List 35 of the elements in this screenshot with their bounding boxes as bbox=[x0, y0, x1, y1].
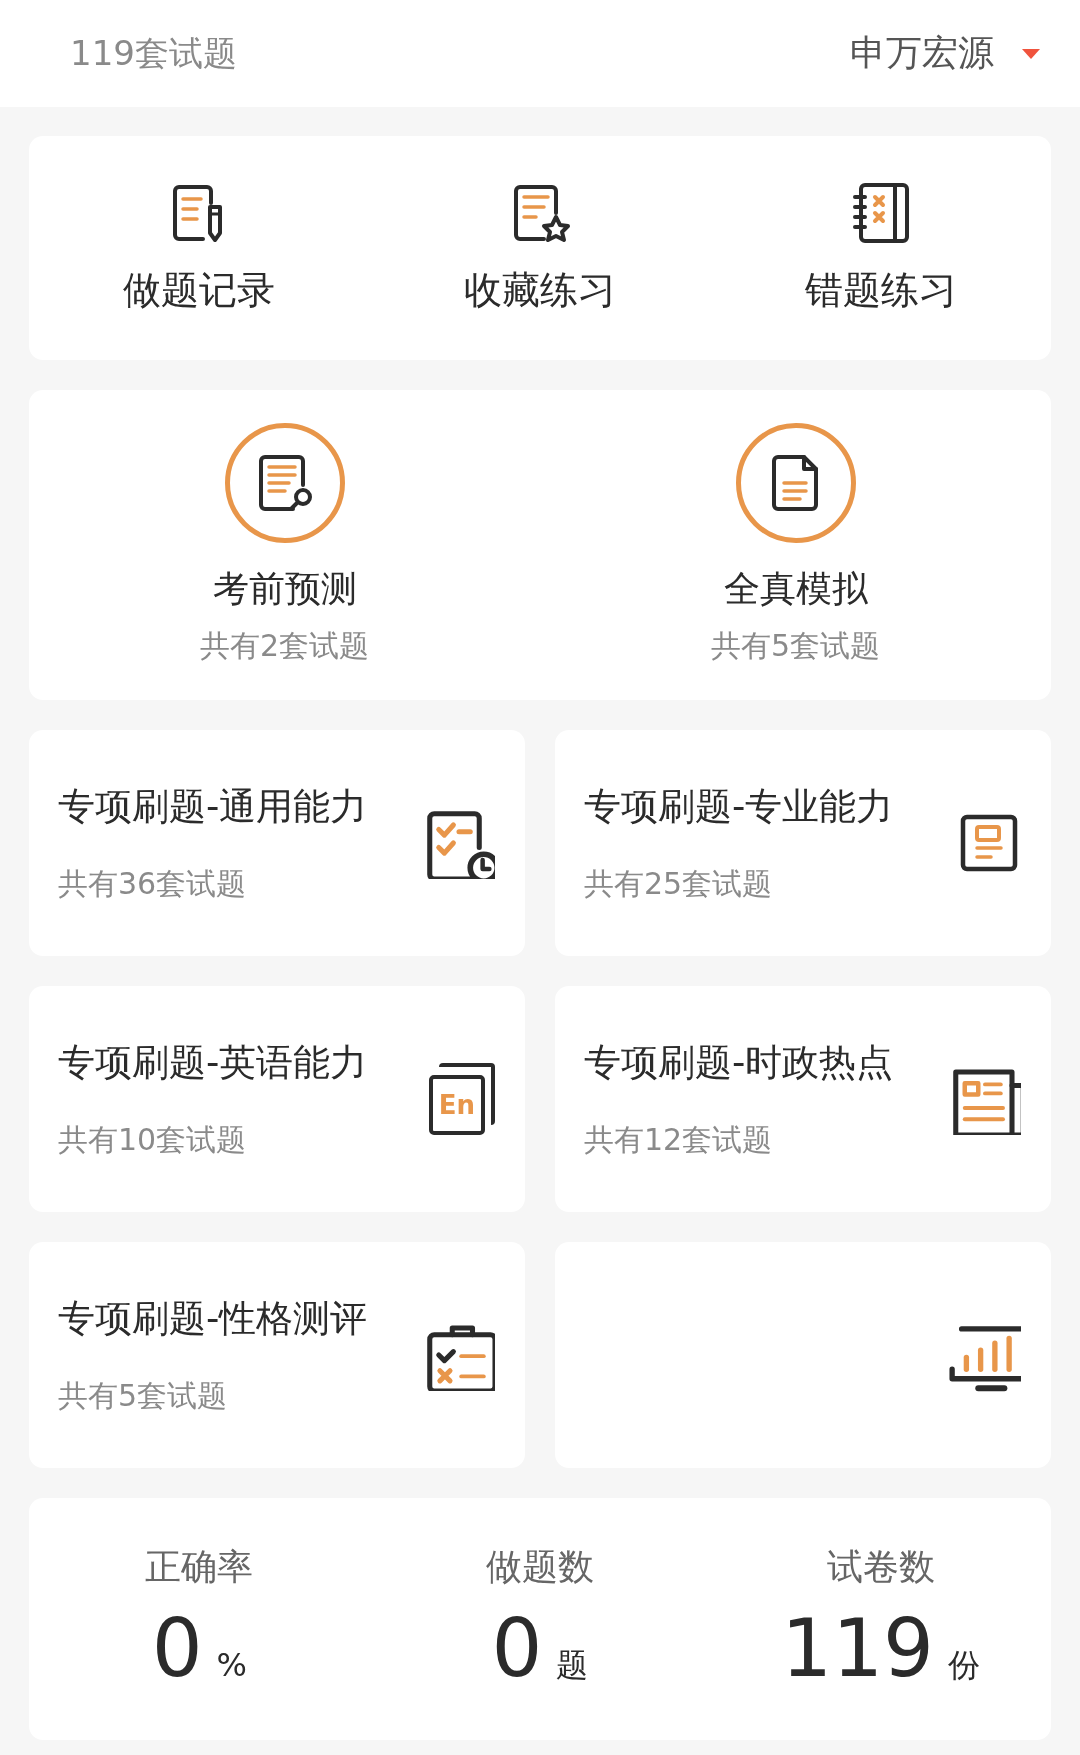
topic-count: 共有5套试题 bbox=[58, 1376, 229, 1415]
topic-title: 专项刷题-专业能力 bbox=[584, 783, 894, 830]
caret-icon bbox=[1022, 48, 1040, 59]
stat-label: 做题数 bbox=[486, 1545, 594, 1589]
featured-item[interactable]: 全真模拟 共有5套试题 bbox=[540, 423, 1051, 667]
question-set-count: 119套试题 bbox=[70, 31, 237, 75]
quick-action[interactable]: 收藏练习 bbox=[369, 180, 711, 316]
stat-value: 0 bbox=[491, 1602, 543, 1695]
stat-label: 正确率 bbox=[145, 1545, 254, 1589]
stat-value: 0 bbox=[151, 1602, 203, 1695]
quick-action[interactable]: 错题练习 bbox=[710, 180, 1051, 316]
topic-title: 专项刷题-通用能力 bbox=[58, 783, 368, 830]
topic-card[interactable]: 专项刷题-专业能力 共有25套试题 bbox=[555, 730, 1051, 956]
topic-count: 共有12套试题 bbox=[584, 1120, 774, 1159]
topic-card[interactable]: 专项刷题-通用能力 共有36套试题 bbox=[29, 730, 525, 956]
search-document-icon bbox=[224, 423, 345, 543]
stat-unit: % bbox=[216, 1646, 247, 1684]
stat-unit: 份 bbox=[948, 1645, 980, 1686]
quick-action[interactable]: 做题记录 bbox=[29, 180, 370, 316]
topic-title: 专项刷题-英语能力 bbox=[58, 1039, 368, 1086]
document-icon bbox=[735, 423, 856, 543]
topic-title: 专项刷题-性格测评 bbox=[58, 1295, 368, 1342]
stat-unit: 题 bbox=[556, 1645, 589, 1686]
topic-card[interactable]: 专项刷题-时政热点 共有12套试题 bbox=[555, 986, 1051, 1212]
stat-label: 试卷数 bbox=[826, 1545, 935, 1589]
topic-card[interactable]: 专项刷题-英语能力 共有10套试题 En bbox=[29, 986, 525, 1212]
topic-count: 共有25套试题 bbox=[584, 864, 774, 903]
topic-count: 共有10套试题 bbox=[58, 1120, 248, 1159]
topic-card[interactable] bbox=[555, 1242, 1051, 1468]
topic-title: 专项刷题-时政热点 bbox=[584, 1039, 894, 1086]
topic-count: 共有36套试题 bbox=[58, 864, 248, 903]
stat-value: 119 bbox=[781, 1602, 934, 1695]
featured-item[interactable]: 考前预测 共有2套试题 bbox=[29, 423, 540, 667]
bank-selector[interactable]: 申万宏源 bbox=[850, 29, 1040, 78]
topic-card[interactable]: 专项刷题-性格测评 共有5套试题 bbox=[29, 1242, 525, 1468]
